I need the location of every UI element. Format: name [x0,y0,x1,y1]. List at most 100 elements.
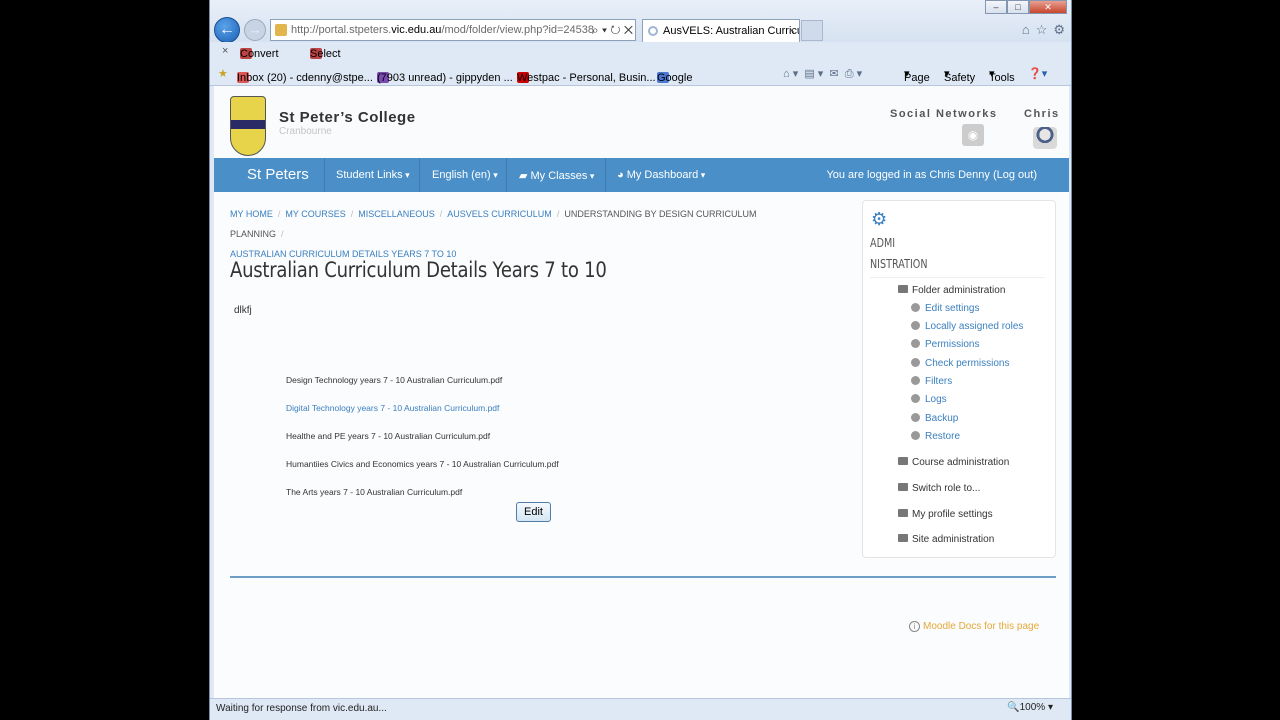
breadcrumb-separator: / [350,209,354,219]
breadcrumb-ausvels[interactable]: AusVELS Curriculum [447,209,552,219]
course-administration-label: Course administration [912,457,1010,468]
admin-filters[interactable]: Filters [911,376,952,387]
convert-label: Convert [240,48,279,60]
edit-button[interactable]: Edit [516,502,551,522]
admin-check-permissions[interactable]: Check permissions [911,358,1009,369]
back-button[interactable]: ← [214,17,240,43]
status-bar: Waiting for response from vic.edu.au... … [210,698,1071,720]
status-message: Waiting for response from vic.edu.au... [216,703,387,714]
administration-block: ⚙ ADMI NISTRATION Folder administration E… [862,200,1056,558]
file-link[interactable]: Digital Technology years 7 - 10 Australi… [286,403,499,413]
file-link[interactable]: Healthe and PE years 7 - 10 Australian C… [286,431,490,441]
admin-backup[interactable]: Backup [911,413,958,424]
tab-title: AusVELS: Australian Curricu... [663,25,800,37]
social-network-icon[interactable]: ◉ [962,124,984,146]
help-icon[interactable]: ❓▾ [1028,67,1047,80]
folder-icon [898,534,908,542]
course-administration-node[interactable]: Course administration [898,457,1009,468]
tab-close-icon[interactable]: × [789,20,795,42]
admin-permissions[interactable]: Permissions [911,339,979,350]
site-header: St Peter’s College Cranbourne Social Net… [214,86,1069,158]
convert-button[interactable]: Convert ▾ [240,45,279,60]
social-networks-label: Social Networks [890,108,998,120]
favorite-label: Google [657,72,693,84]
close-window-button[interactable]: ✕ [1029,0,1067,14]
forward-button[interactable]: → [244,19,266,41]
admin-locally-assigned-roles[interactable]: Locally assigned roles [911,321,1023,332]
folder-administration-node[interactable]: Folder administration [898,285,1005,296]
favorites-star-icon[interactable]: ★ [218,67,228,80]
loading-icon [648,26,658,36]
browser-right-icons: ⌂ ☆ ⚙ [1022,22,1065,38]
nav-my-classes-label: My Classes [530,170,588,182]
nav-my-dashboard[interactable]: ◕ My Dashboard [617,169,705,181]
page-menu[interactable]: Page ▾ [904,67,930,84]
divider [870,277,1045,278]
zoom-control[interactable]: 🔍100% ▾ [1007,702,1053,713]
close-bar-icon[interactable]: × [222,45,228,57]
breadcrumb-miscellaneous[interactable]: Miscellaneous [358,209,435,219]
my-profile-settings-label: My profile settings [912,509,993,520]
file-link[interactable]: Humantiies Civics and Economics years 7 … [286,459,559,469]
folder-icon [898,457,908,465]
search-icon[interactable]: ⌕ [592,23,599,37]
login-info[interactable]: You are logged in as Chris Denny (Log ou… [826,169,1037,181]
folder-intro: dlkfj [234,305,252,316]
url-prefix: http://portal.stpeters. [291,24,392,36]
administration-title-line1: ADMI [870,236,896,250]
maximize-button[interactable]: □ [1007,0,1029,14]
minimize-button[interactable]: – [985,0,1007,14]
switch-role-label: Switch role to... [912,483,981,494]
site-administration-label: Site administration [912,534,995,545]
admin-restore[interactable]: Restore [911,431,960,442]
tools-menu[interactable]: Tools ▾ [989,67,1015,84]
home-icon[interactable]: ⌂ [1022,22,1030,38]
admin-edit-settings[interactable]: Edit settings [911,303,979,314]
address-bar[interactable]: http://portal.stpeters.vic.edu.au/mod/fo… [270,19,636,41]
favorite-label: Inbox (20) - cdenny@stpe... [237,72,373,84]
zoom-icon: 🔍 [1007,702,1020,713]
safety-menu-label: Safety [944,72,976,84]
administration-title: ADMI NISTRATION [870,233,928,275]
breadcrumb-my-home[interactable]: My home [230,209,273,219]
site-name[interactable]: St Peter’s College [279,109,416,126]
moodle-docs-link[interactable]: i Moodle Docs for this page [909,621,1039,632]
footer-divider [230,576,1056,578]
nav-language[interactable]: English (en) [432,169,498,181]
breadcrumb-separator: / [281,229,284,239]
browser-titlebar: – □ ✕ ← → http://portal.stpeters.vic.edu… [210,0,1071,43]
nav-student-links[interactable]: Student Links [336,169,410,181]
breadcrumb-my-courses[interactable]: My courses [285,209,345,219]
file-link[interactable]: The Arts years 7 - 10 Australian Curricu… [286,487,462,497]
file-link[interactable]: Design Technology years 7 - 10 Australia… [286,375,502,385]
refresh-icon[interactable]: ↻ [610,23,620,37]
breadcrumb-separator: / [556,209,560,219]
folder-administration-label: Folder administration [912,285,1006,296]
briefcase-icon: ▰ [519,170,531,182]
administration-title-line2: NISTRATION [870,257,928,271]
avatar[interactable] [1033,127,1057,149]
page-content: St Peter’s College Cranbourne Social Net… [214,86,1069,698]
college-crest-logo[interactable] [230,96,266,156]
navbar-brand[interactable]: St Peters [247,166,309,183]
tab-ausvels[interactable]: AusVELS: Australian Curricu... × [642,19,800,42]
url-path: /mod/folder/view.php?id=24538 [441,24,595,36]
folder-open-icon [898,285,908,293]
info-icon: i [909,621,920,632]
settings-gear-icon[interactable]: ⚙ [1053,22,1065,38]
my-profile-settings-node[interactable]: My profile settings [898,509,993,520]
admin-logs[interactable]: Logs [911,394,947,405]
favorite-label: (7903 unread) - gippyden ... [377,72,513,84]
safety-menu[interactable]: Safety ▾ [944,67,975,84]
nav-my-classes[interactable]: ▰ My Classes [519,169,594,182]
window-controls: – □ ✕ [985,0,1067,14]
site-administration-node[interactable]: Site administration [898,534,994,545]
moodle-docs-label: Moodle Docs for this page [923,621,1040,632]
breadcrumb: My home / My courses / Miscellaneous / AusVELS… [230,204,790,264]
new-tab-button[interactable] [801,20,823,41]
nav-divider [419,158,420,192]
stop-icon[interactable]: ✕ [624,23,633,37]
favorites-star-icon[interactable]: ☆ [1036,22,1048,38]
nav-divider [506,158,507,192]
switch-role-node[interactable]: Switch role to... [898,483,980,494]
